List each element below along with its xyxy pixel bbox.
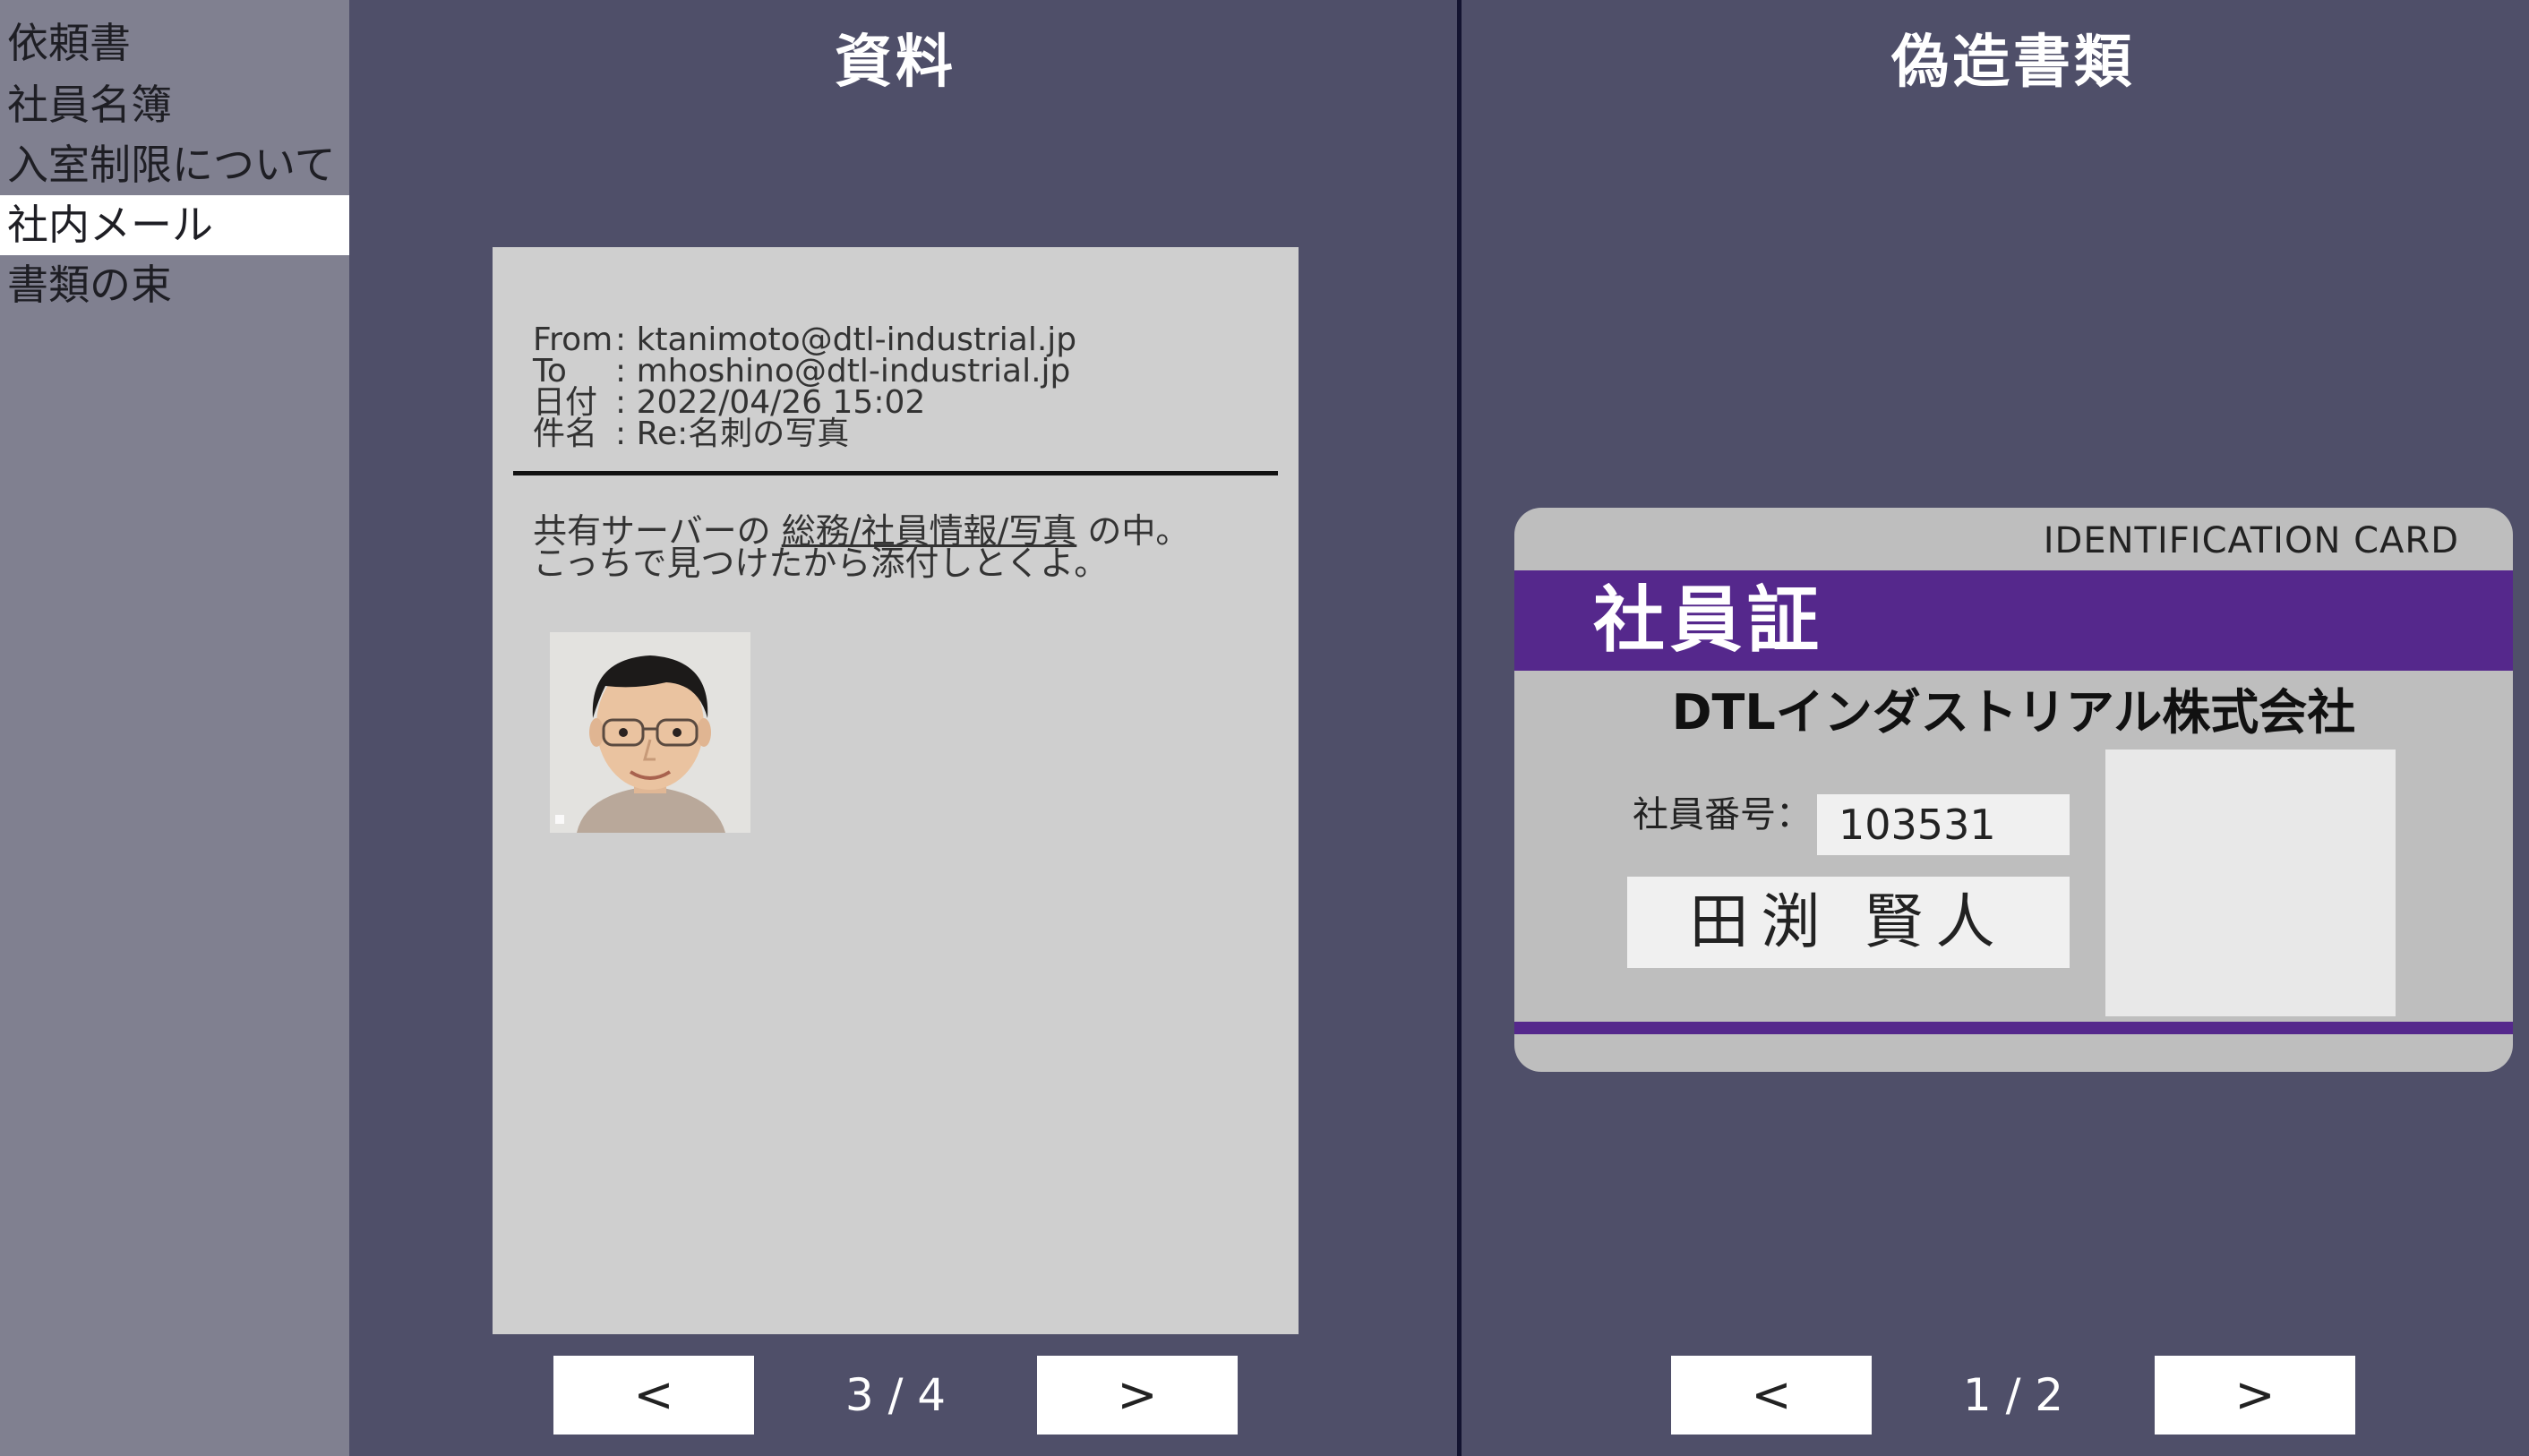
materials-prev-button[interactable]: <: [553, 1356, 754, 1435]
forged-documents-title: 偽造書類: [1891, 29, 2135, 96]
email-body-line-2: こっちで見つけたから添付しとくよ。: [533, 544, 1109, 583]
sidebar-item-internal-mail[interactable]: 社内メール: [0, 195, 349, 255]
email-to-row: To: mhoshino@dtl-industrial.jp: [533, 355, 1070, 388]
card-name-field[interactable]: 田渕 賢人: [1627, 877, 2070, 968]
materials-next-button[interactable]: >: [1037, 1356, 1238, 1435]
email-divider: [513, 471, 1278, 475]
sidebar-item-request[interactable]: 依頼書: [0, 13, 349, 73]
card-id-label: IDENTIFICATION CARD: [2043, 520, 2459, 561]
sidebar-item-document-bundle[interactable]: 書類の束: [0, 255, 349, 315]
card-bottom-stripe: [1514, 1022, 2513, 1034]
employee-id-card[interactable]: IDENTIFICATION CARD 社員証 DTLインダストリアル株式会社 …: [1514, 508, 2513, 1072]
email-document: From: ktanimoto@dtl-industrial.jp To: mh…: [493, 247, 1299, 1334]
sidebar-item-employee-roster[interactable]: 社員名簿: [0, 75, 349, 135]
materials-page-indicator: 3 / 4: [844, 1369, 947, 1421]
attached-photo[interactable]: [550, 632, 750, 833]
card-header-band: 社員証: [1514, 570, 2513, 671]
card-title: 社員証: [1593, 578, 1824, 662]
email-subject-key: 件名: [533, 415, 598, 452]
forged-prev-button[interactable]: <: [1671, 1356, 1872, 1435]
email-from-row: From: ktanimoto@dtl-industrial.jp: [533, 324, 1076, 356]
forged-next-button[interactable]: >: [2155, 1356, 2355, 1435]
email-subject: : Re:名刺の写真: [615, 415, 850, 452]
panel-divider: [1457, 0, 1462, 1456]
email-to-key: To: [533, 353, 567, 390]
email-date-key: 日付: [533, 384, 598, 421]
materials-title: 資料: [835, 29, 956, 96]
email-from-key: From: [533, 321, 613, 358]
card-number-label: 社員番号：: [1633, 794, 1812, 835]
sidebar-item-room-restrictions[interactable]: 入室制限について: [0, 135, 349, 195]
card-company-name: DTLインダストリアル株式会社: [1671, 684, 2356, 741]
portrait-image: [550, 632, 750, 833]
forged-page-indicator: 1 / 2: [1962, 1369, 2064, 1421]
card-photo-slot[interactable]: [2105, 749, 2396, 1016]
email-date-row: 日付: 2022/04/26 15:02: [533, 387, 925, 419]
email-subject-row: 件名 : Re:名刺の写真: [533, 418, 849, 450]
card-number-field[interactable]: 103531: [1817, 794, 2070, 855]
sidebar: 依頼書 社員名簿 入室制限について 社内メール 書類の束: [0, 0, 349, 1456]
